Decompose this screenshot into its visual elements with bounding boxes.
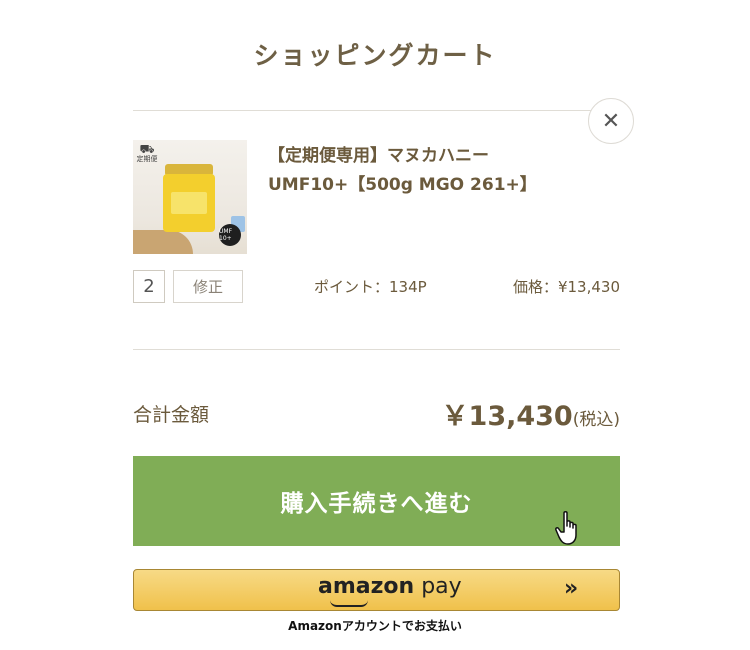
total-value: ￥13,430(税込) — [380, 394, 620, 433]
divider-top — [133, 110, 620, 111]
product-name[interactable]: 【定期便専用】マヌカハニー UMF10+【500g MGO 261+】 — [268, 142, 568, 200]
truck-icon: ⛟ 定期便 — [136, 142, 158, 163]
thumbnail-jar-label — [171, 192, 207, 214]
total-label: 合計金額 — [133, 404, 210, 426]
page-title: ショッピングカート — [253, 41, 497, 70]
double-chevron-icon: ›› — [564, 576, 578, 601]
total-amount: ￥13,430 — [441, 401, 573, 432]
product-thumbnail[interactable]: ⛟ 定期便 UMF 10+ — [133, 140, 247, 254]
thumbnail-wood-board — [133, 230, 193, 254]
product-name-line1: 【定期便専用】マヌカハニー — [268, 146, 489, 166]
amazon-smile-icon — [330, 600, 368, 607]
tax-note: (税込) — [572, 410, 620, 430]
checkout-label: 購入手続きへ進む — [280, 491, 473, 517]
close-icon: ✕ — [601, 108, 621, 134]
divider-middle — [133, 349, 620, 350]
price-text: 価格：¥13,430 — [512, 278, 620, 296]
thumbnail-tag: 定期便 — [136, 155, 158, 163]
hand-cursor-icon — [555, 510, 577, 545]
points-text: ポイント：134P — [314, 278, 427, 296]
umf-badge: UMF 10+ — [219, 224, 241, 246]
amazon-pay-button[interactable]: amazon pay ›› — [133, 569, 620, 611]
amazon-pay-caption: Amazonアカウントでお支払い — [288, 619, 462, 633]
amazon-pay-logo: amazon pay — [318, 574, 462, 599]
quantity-field[interactable]: 2 — [133, 270, 165, 303]
edit-button[interactable]: 修正 — [173, 270, 243, 303]
product-name-line2: UMF10+【500g MGO 261+】 — [268, 175, 537, 195]
checkout-button[interactable]: 購入手続きへ進む — [133, 456, 620, 546]
close-button[interactable]: ✕ — [588, 98, 634, 144]
